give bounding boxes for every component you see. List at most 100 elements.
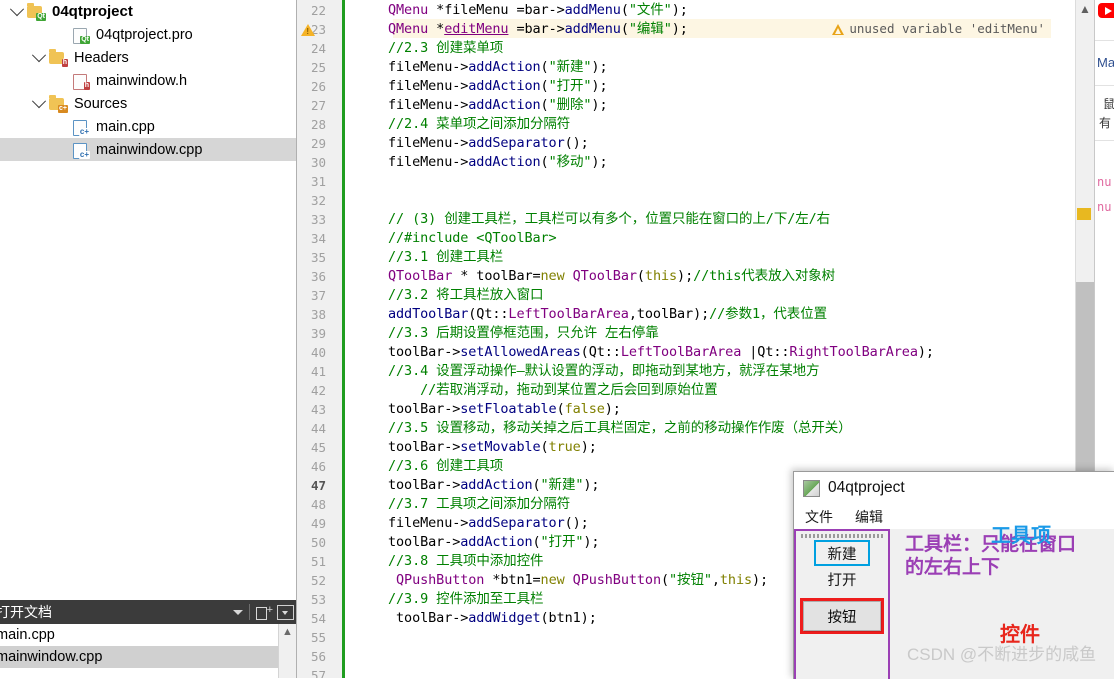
code-token: LeftToolBarArea <box>508 306 629 322</box>
code-token: toolBar-> <box>388 401 461 417</box>
code-token: "编辑" <box>628 21 672 37</box>
qt-window-titlebar[interactable]: 04qtproject <box>794 472 1114 504</box>
code-line: toolBar->addAction("打开"); <box>388 533 600 552</box>
code-token: fileMenu-> <box>388 78 469 94</box>
code-token: (); <box>564 135 589 151</box>
tree-item-headers[interactable]: h Headers <box>0 46 296 69</box>
open-document-item[interactable]: mainwindow.cpp <box>0 646 296 668</box>
folder-cpp-icon: c+ <box>48 94 68 113</box>
warning-triangle-icon[interactable] <box>301 24 315 36</box>
code-token: ); <box>591 97 608 113</box>
line-number: 49 <box>310 516 326 531</box>
code-token: ( <box>532 477 541 493</box>
open-documents-list[interactable]: main.cpp mainwindow.cpp <box>0 624 296 668</box>
qt-menu-file[interactable]: 文件 <box>802 506 836 528</box>
code-token: addSeparator <box>468 515 565 531</box>
code-token: //3.3 后期设置停框范围，只允许 左右停靠 <box>388 325 659 341</box>
divider <box>1095 40 1114 41</box>
code-token: ( <box>532 534 541 550</box>
qt-application-window[interactable]: 04qtproject 文件 编辑 新建 打开 按钮 工具栏：只能在窗口 的左右… <box>793 471 1114 679</box>
code-token: //参数1，代表位置 <box>709 306 828 322</box>
code-line: //3.7 工具项之间添加分隔符 <box>388 495 570 514</box>
line-number: 42 <box>310 383 326 398</box>
code-token: fileMenu-> <box>388 59 469 75</box>
open-documents-scrollbar[interactable]: ▲ <box>278 624 296 678</box>
editor-gutter: 2223242526272829303132333435363738394041… <box>297 0 345 678</box>
open-documents-panel[interactable]: 打开文档 main.cpp mainwindow.cpp ▲ <box>0 600 297 678</box>
tree-item-sources[interactable]: c+ Sources <box>0 92 296 115</box>
code-token: addWidget <box>468 610 541 626</box>
code-token: // (3) 创建工具栏，工具栏可以有多个，位置只能在窗口的上/下/左/右 <box>388 211 831 227</box>
inline-warning-message: unused variable 'editMenu' <box>832 19 1045 38</box>
tree-item-04qtproject[interactable]: Qt 04qtproject <box>0 0 296 23</box>
toolbar-action-open[interactable]: 打开 <box>800 566 884 592</box>
code-token: "按钮" <box>669 572 712 588</box>
tree-item-label: Headers <box>74 49 129 66</box>
qt-menu-edit[interactable]: 编辑 <box>852 506 886 528</box>
code-token: "新建" <box>548 59 592 75</box>
scroll-up-icon[interactable]: ▲ <box>279 626 296 638</box>
tree-item-label: 04qtproject.pro <box>96 26 193 43</box>
scroll-up-icon[interactable]: ▲ <box>1076 2 1094 16</box>
toolbar-action-new[interactable]: 新建 <box>814 540 870 566</box>
toolbar-drag-handle[interactable] <box>801 534 883 538</box>
code-token: ( <box>540 78 549 94</box>
chevron-down-icon[interactable] <box>233 609 243 615</box>
right-panel-fragment: 有 <box>1099 116 1112 130</box>
code-token: ); <box>671 21 688 37</box>
line-number: 28 <box>310 117 326 132</box>
new-document-icon[interactable] <box>256 603 273 620</box>
tree-item-label: mainwindow.h <box>96 72 188 89</box>
chevron-down-icon[interactable] <box>8 1 26 17</box>
code-token: ); <box>671 2 688 18</box>
line-number: 51 <box>310 554 326 569</box>
line-number: 48 <box>310 497 326 512</box>
project-tree-panel[interactable]: Qt 04qtproject Qt 04qtproject.pro h Headers h m… <box>0 0 297 600</box>
youtube-play-icon[interactable] <box>1098 3 1114 18</box>
code-token: setAllowedAreas <box>460 344 581 360</box>
code-token: fileMenu-> <box>388 515 469 531</box>
chevron-down-icon[interactable] <box>30 47 48 63</box>
code-token: "打开" <box>540 534 584 550</box>
code-line: fileMenu->addAction("新建"); <box>388 58 608 77</box>
chevron-down-icon[interactable] <box>30 93 48 109</box>
code-token: (Qt:: <box>580 344 621 360</box>
tree-item-label: Sources <box>74 95 128 112</box>
code-token: //3.1 创建工具栏 <box>388 249 504 265</box>
code-token: ); <box>583 534 600 550</box>
code-line: //#include <QToolBar> <box>388 229 557 248</box>
code-token: "移动" <box>548 154 592 170</box>
code-token: ( <box>540 154 549 170</box>
qt-menubar[interactable]: 文件 编辑 <box>794 504 1114 530</box>
code-token: //3.7 工具项之间添加分隔符 <box>388 496 571 512</box>
line-number: 45 <box>310 440 326 455</box>
code-token: //3.9 控件添加至工具栏 <box>388 591 544 607</box>
tree-item-mainwindow-h[interactable]: h mainwindow.h <box>0 69 296 92</box>
code-line: //2.3 创建菜单项 <box>388 39 503 58</box>
open-document-item[interactable]: main.cpp <box>0 624 296 646</box>
code-token: toolBar-> <box>388 610 469 626</box>
code-token: toolBar-> <box>388 344 461 360</box>
code-token: ); <box>591 154 608 170</box>
dropdown-menu-icon[interactable] <box>277 604 294 620</box>
tree-item-04qtproject-pro[interactable]: Qt 04qtproject.pro <box>0 23 296 46</box>
folder-h-icon: h <box>48 48 68 67</box>
annotation-widget: 控件 <box>1000 624 1040 646</box>
tree-item-main-cpp[interactable]: c+ main.cpp <box>0 115 296 138</box>
code-line: toolBar->addWidget(btn1); <box>388 609 597 628</box>
code-token: fileMenu-> <box>388 154 469 170</box>
code-line: fileMenu->addSeparator(); <box>388 514 589 533</box>
code-line: fileMenu->addAction("删除"); <box>388 96 608 115</box>
line-number: 32 <box>310 193 326 208</box>
code-token: QToolBar <box>388 268 461 284</box>
scrollbar-warning-marker <box>1077 208 1091 220</box>
toolbar-push-button[interactable]: 按钮 <box>803 601 881 631</box>
line-number: 43 <box>310 402 326 417</box>
code-token: addMenu <box>564 2 621 18</box>
code-token: QPushButton <box>388 572 493 588</box>
line-number: 36 <box>310 269 326 284</box>
tree-item-mainwindow-cpp[interactable]: c+ mainwindow.cpp <box>0 138 296 161</box>
qt-toolbar[interactable]: 新建 打开 按钮 <box>794 529 890 679</box>
open-document-label: main.cpp <box>0 627 55 643</box>
divider <box>249 604 250 620</box>
